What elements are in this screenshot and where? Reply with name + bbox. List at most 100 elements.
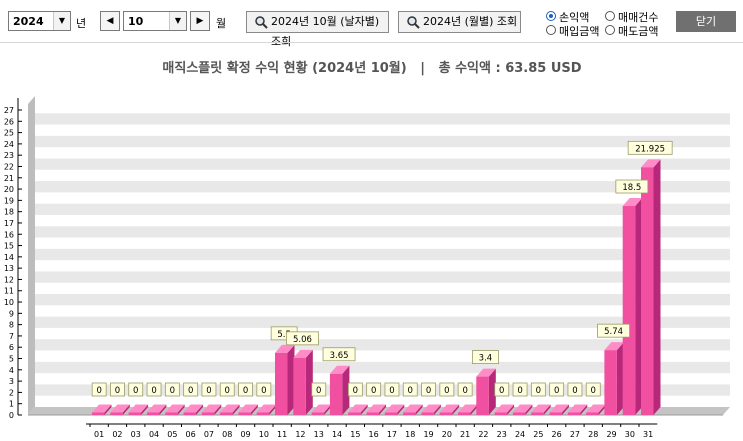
y-tick-label: 15 [4, 242, 14, 251]
data-label: 0 [549, 382, 565, 397]
bar-face [329, 373, 343, 415]
bar-face [439, 412, 453, 415]
data-label-text: 0 [115, 386, 120, 396]
data-label-text: 0 [225, 386, 230, 396]
bar-face [348, 412, 361, 415]
y-tick-label: 1 [9, 400, 14, 409]
bar-face [567, 412, 581, 415]
y-tick-label: 23 [4, 151, 14, 160]
data-label-text: 0 [371, 386, 376, 396]
y-tick-label: 0 [9, 411, 14, 420]
y-tick-label: 10 [4, 298, 14, 307]
y-tick-label: 7 [9, 332, 14, 341]
data-label: 3.4 [472, 350, 499, 364]
y-tick-label: 27 [4, 106, 14, 115]
y-tick-label: 8 [9, 321, 14, 330]
data-label: 18.5 [615, 179, 649, 194]
data-label-text: 0 [517, 386, 522, 396]
data-label: 0 [567, 382, 583, 397]
data-label-text: 0 [261, 386, 266, 396]
bar-face [641, 167, 654, 415]
bar [641, 159, 661, 415]
y-tick-label: 18 [4, 208, 14, 217]
bar [275, 344, 295, 415]
data-label-text: 21.925 [635, 144, 665, 154]
data-label: 0 [201, 382, 217, 397]
data-label: 5.06 [286, 331, 319, 346]
x-tick-label: 08 [222, 430, 232, 439]
data-label: 0 [347, 382, 363, 397]
bar-face [604, 350, 617, 415]
chart-title: 매직스플릿 확정 수익 현황 (2024년 10월) | 총 수익액 : 63.… [162, 60, 581, 76]
data-label-text: 0 [554, 386, 559, 396]
x-tick-label: 19 [423, 430, 433, 439]
data-label: 0 [91, 382, 107, 397]
chart-left-wall [28, 96, 35, 415]
bar [293, 349, 313, 415]
x-tick-label: 31 [643, 430, 653, 439]
x-tick-label: 05 [167, 430, 177, 439]
data-label: 0 [110, 382, 125, 397]
data-label-text: 5.06 [293, 335, 312, 345]
y-tick-label: 19 [4, 196, 14, 205]
x-tick-label: 26 [552, 430, 562, 439]
data-label-text: 0 [206, 386, 211, 396]
data-label: 0 [219, 382, 235, 397]
bar-face [293, 357, 306, 415]
data-label-text: 0 [408, 386, 413, 396]
data-label-text: 0 [499, 386, 504, 396]
x-tick-label: 03 [131, 430, 141, 439]
y-tick-label: 17 [4, 219, 14, 228]
bar-face [366, 412, 379, 415]
y-tick-label: 12 [4, 275, 14, 284]
y-tick-label: 22 [4, 162, 14, 171]
data-label: 5.74 [597, 323, 630, 338]
data-label: 0 [402, 382, 418, 397]
data-label: 0 [164, 382, 180, 397]
data-label-text: 3.4 [479, 354, 493, 364]
data-label-text: 0 [591, 386, 596, 396]
x-tick-label: 07 [204, 430, 214, 439]
data-label: 0 [366, 382, 382, 397]
data-label-text: 5.74 [604, 327, 623, 337]
x-tick-label: 04 [149, 430, 159, 439]
bar-face [128, 412, 142, 415]
data-label: 0 [256, 382, 272, 397]
x-tick-label: 16 [369, 430, 379, 439]
x-tick-label: 06 [186, 430, 196, 439]
data-label: 0 [384, 382, 400, 397]
x-tick-label: 14 [332, 430, 342, 439]
bar-face [403, 412, 416, 415]
data-label: 0 [238, 382, 253, 397]
x-tick-label: 12 [295, 430, 305, 439]
x-tick-label: 25 [533, 430, 543, 439]
grid-band [35, 135, 730, 148]
y-tick-label: 13 [4, 264, 14, 273]
y-tick-label: 14 [4, 253, 14, 262]
y-tick-label: 25 [4, 129, 14, 138]
x-tick-label: 17 [387, 430, 397, 439]
x-tick-label: 09 [240, 430, 250, 439]
bar [476, 368, 496, 415]
data-label: 0 [512, 382, 528, 397]
x-tick-label: 02 [112, 430, 122, 439]
data-label: 0 [128, 382, 144, 397]
bar-face [494, 412, 508, 415]
data-label-text: 3.65 [330, 351, 349, 361]
y-tick-label: 6 [9, 343, 14, 352]
y-tick-label: 5 [9, 355, 14, 364]
bar-face [110, 412, 123, 415]
bar-face [549, 412, 562, 415]
bar-face [92, 412, 105, 415]
data-label-text: 0 [444, 386, 449, 396]
x-tick-label: 20 [442, 430, 452, 439]
x-tick-label: 15 [350, 430, 360, 439]
bar-face [311, 412, 325, 415]
bar [622, 198, 643, 415]
y-tick-label: 26 [4, 117, 14, 126]
data-label-text: 0 [170, 386, 175, 396]
data-label: 0 [421, 382, 436, 397]
y-tick-label: 4 [9, 366, 14, 375]
bar-face [146, 412, 160, 415]
y-tick-label: 20 [4, 185, 14, 194]
